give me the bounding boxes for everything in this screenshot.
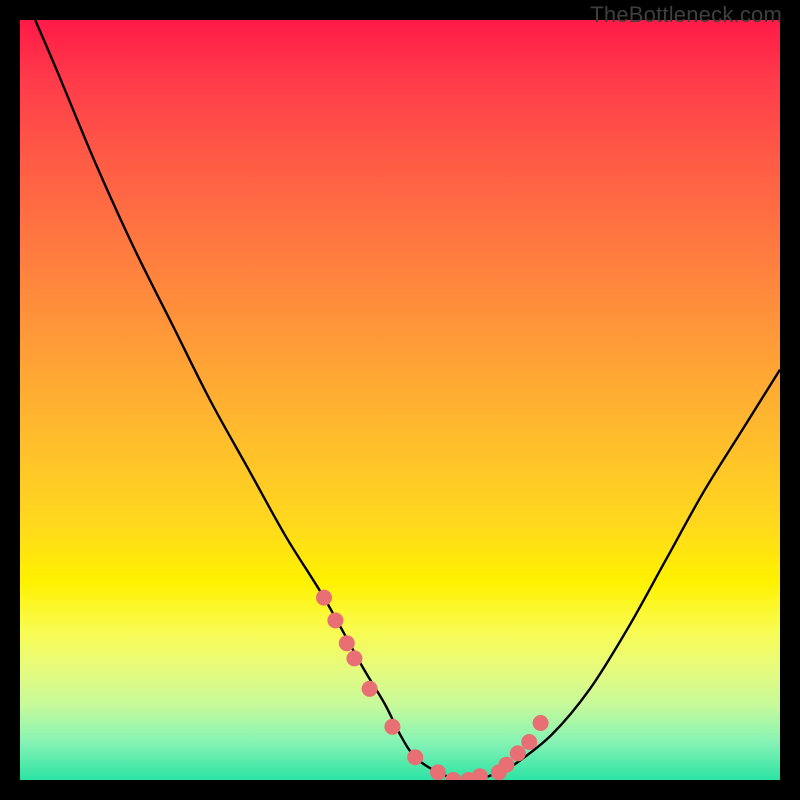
highlight-dot <box>498 757 514 773</box>
highlight-dot <box>384 719 400 735</box>
highlight-dot <box>430 764 446 780</box>
watermark-text: TheBottleneck.com <box>590 2 782 28</box>
highlight-dot <box>346 650 362 666</box>
highlight-dots-group <box>316 590 549 780</box>
highlight-dot <box>339 635 355 651</box>
highlight-dot <box>327 612 343 628</box>
highlight-dot <box>407 749 423 765</box>
highlight-dot <box>362 681 378 697</box>
bottleneck-curve-path <box>35 20 780 780</box>
highlight-dot <box>316 590 332 606</box>
curve-svg <box>20 20 780 780</box>
highlight-dot <box>472 768 488 780</box>
highlight-dot <box>445 772 461 780</box>
highlight-dot <box>533 715 549 731</box>
highlight-dot <box>521 734 537 750</box>
chart-container: TheBottleneck.com <box>0 0 800 800</box>
plot-area <box>20 20 780 780</box>
highlight-dot <box>510 745 526 761</box>
